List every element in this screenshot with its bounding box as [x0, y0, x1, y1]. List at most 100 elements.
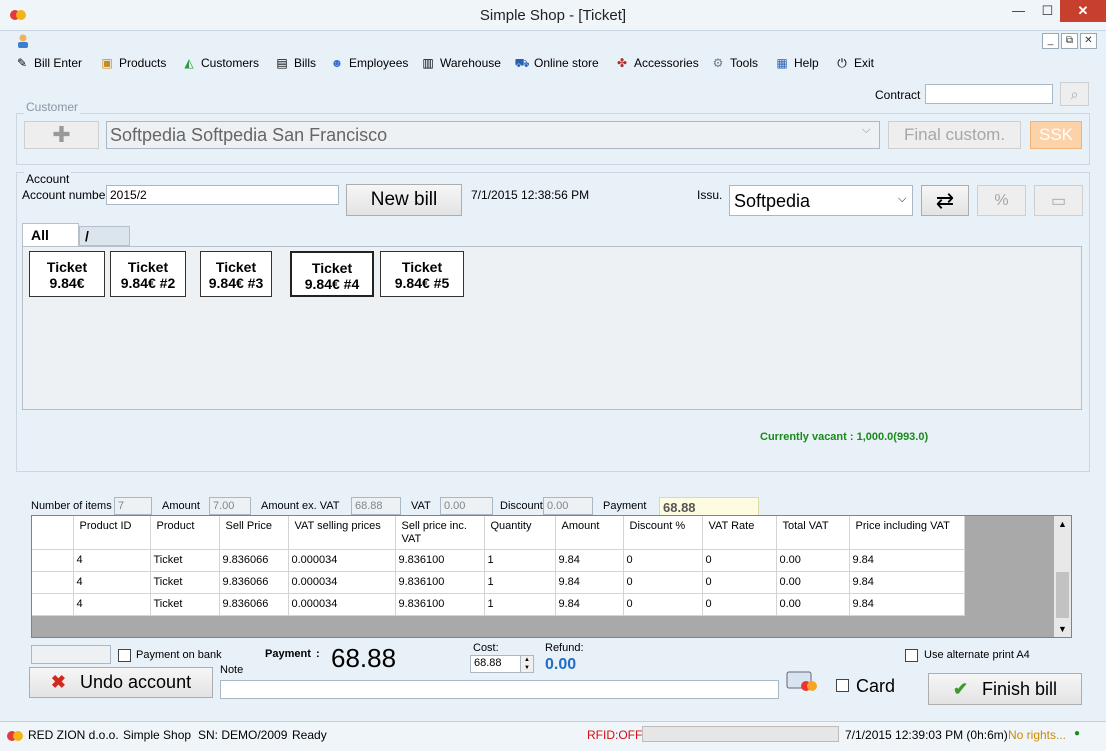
payment-on-bank-checkbox[interactable]	[118, 649, 131, 662]
row-header[interactable]	[32, 549, 74, 572]
issuer-select[interactable]: Softpedia	[729, 185, 913, 216]
table-cell[interactable]: 9.836066	[219, 593, 289, 616]
row-header[interactable]	[32, 571, 74, 594]
menu-employees[interactable]: ☻ Employees	[329, 53, 409, 73]
scroll-up-icon[interactable]: ▲	[1054, 516, 1071, 532]
table-cell[interactable]: 1	[484, 571, 556, 594]
column-header[interactable]: VAT selling prices	[288, 516, 396, 550]
account-number-input[interactable]: 2015/2	[106, 185, 339, 205]
exvat-label: Amount ex. VAT	[261, 500, 340, 512]
ticket-button[interactable]: Ticket 9.84€	[29, 251, 105, 297]
tab-slash[interactable]: /	[79, 226, 130, 246]
table-cell[interactable]: 9.84	[555, 571, 624, 594]
contract-search-button[interactable]: ⌕	[1060, 82, 1089, 106]
new-bill-button[interactable]: New bill	[346, 184, 462, 216]
table-cell[interactable]: 9.836066	[219, 549, 289, 572]
menu-customers[interactable]: ◭ Customers	[181, 53, 259, 73]
table-cell[interactable]: Ticket	[150, 571, 220, 594]
table-cell[interactable]: 9.84	[849, 593, 965, 616]
column-header[interactable]: Discount %	[623, 516, 703, 550]
column-header[interactable]: Price including VAT	[849, 516, 965, 550]
column-header[interactable]: Sell Price	[219, 516, 289, 550]
menu-online-store[interactable]: ⛟ Online store	[514, 53, 598, 73]
table-cell[interactable]: 1	[484, 549, 556, 572]
table-cell[interactable]: 0	[702, 549, 777, 572]
table-cell[interactable]: 9.84	[849, 549, 965, 572]
table-cell[interactable]: 0	[623, 549, 703, 572]
table-cell[interactable]: 0.000034	[288, 593, 396, 616]
undo-account-button[interactable]: ✖ Undo account	[29, 667, 213, 698]
menu-help[interactable]: ▦ Help	[774, 53, 818, 73]
note-input[interactable]	[220, 680, 779, 699]
menu-tools[interactable]: ⚙ Tools	[710, 53, 758, 73]
tab-all[interactable]: All	[22, 223, 79, 247]
card-checkbox[interactable]	[836, 679, 849, 692]
mdi-minimize-button[interactable]: _	[1042, 33, 1059, 49]
table-cell[interactable]: 9.836066	[219, 571, 289, 594]
column-header[interactable]: Total VAT	[776, 516, 850, 550]
alternate-print-checkbox[interactable]	[905, 649, 918, 662]
table-cell[interactable]: 0.00	[776, 593, 850, 616]
menu-accessories[interactable]: ✤ Accessories	[614, 53, 699, 73]
table-cell[interactable]: 0	[623, 571, 703, 594]
amount-label: Amount	[162, 500, 200, 512]
table-row[interactable]: 4 Ticket 9.836066 0.000034 9.836100 1 9.…	[32, 571, 965, 594]
ticket-button-3[interactable]: Ticket 9.84€ #3	[200, 251, 272, 297]
column-header[interactable]: VAT Rate	[702, 516, 777, 550]
table-cell[interactable]: 0	[623, 593, 703, 616]
scroll-down-icon[interactable]: ▼	[1054, 621, 1071, 637]
table-cell[interactable]: 9.84	[849, 571, 965, 594]
contract-input[interactable]	[925, 84, 1053, 104]
table-row[interactable]: 4 Ticket 9.836066 0.000034 9.836100 1 9.…	[32, 593, 965, 616]
menu-bill-enter[interactable]: ✎ Bill Enter	[14, 53, 82, 73]
ticket-button-5[interactable]: Ticket 9.84€ #5	[380, 251, 464, 297]
column-header[interactable]: Amount	[555, 516, 624, 550]
final-customer-button[interactable]: Final custom.	[888, 121, 1021, 149]
minimize-button[interactable]: —	[1004, 0, 1033, 22]
customer-select[interactable]: Softpedia Softpedia San Francisco	[106, 121, 880, 149]
table-row[interactable]: 4 Ticket 9.836066 0.000034 9.836100 1 9.…	[32, 549, 965, 572]
table-cell[interactable]: Ticket	[150, 593, 220, 616]
menu-exit[interactable]: ⏻ Exit	[834, 53, 874, 73]
table-cell[interactable]: 0	[702, 593, 777, 616]
mdi-close-button[interactable]: ✕	[1080, 33, 1097, 49]
table-cell[interactable]: 4	[73, 593, 151, 616]
table-cell[interactable]: 9.84	[555, 593, 624, 616]
menu-bills[interactable]: ▤ Bills	[274, 53, 316, 73]
table-cell[interactable]: 0.000034	[288, 549, 396, 572]
scroll-thumb[interactable]	[1056, 572, 1069, 618]
ssk-button[interactable]: SSK	[1030, 121, 1082, 149]
cash-drawer-button[interactable]: ▭	[1034, 185, 1083, 216]
close-button[interactable]: ✕	[1060, 0, 1106, 22]
table-cell[interactable]: 4	[73, 571, 151, 594]
table-cell[interactable]: 9.836100	[395, 549, 485, 572]
ticket-button-4[interactable]: Ticket 9.84€ #4	[290, 251, 374, 297]
column-header[interactable]: Product ID	[73, 516, 151, 550]
ticket-button-2[interactable]: Ticket 9.84€ #2	[110, 251, 186, 297]
stepper-arrows-icon[interactable]: ▲ ▼	[520, 656, 533, 672]
maximize-button[interactable]: ☐	[1033, 0, 1062, 22]
table-cell[interactable]: 0.00	[776, 549, 850, 572]
table-cell[interactable]: 9.836100	[395, 593, 485, 616]
table-cell[interactable]: 0.00	[776, 571, 850, 594]
table-cell[interactable]: 4	[73, 549, 151, 572]
table-cell[interactable]: 0	[702, 571, 777, 594]
refresh-button[interactable]: ⇄	[921, 185, 969, 216]
mdi-restore-button[interactable]: ⧉	[1061, 33, 1078, 49]
bank-field[interactable]	[31, 645, 111, 664]
column-header[interactable]: Product	[150, 516, 220, 550]
table-cell[interactable]: 1	[484, 593, 556, 616]
table-cell[interactable]: 9.836100	[395, 571, 485, 594]
discount-button[interactable]: %	[977, 185, 1026, 216]
row-header[interactable]	[32, 593, 74, 616]
table-cell[interactable]: 9.84	[555, 549, 624, 572]
menu-products[interactable]: ▣ Products	[99, 53, 166, 73]
finish-bill-button[interactable]: ✔ Finish bill	[928, 673, 1082, 705]
table-cell[interactable]: 0.000034	[288, 571, 396, 594]
add-customer-button[interactable]: ✚	[24, 121, 99, 149]
column-header[interactable]: Sell price inc. VAT	[395, 516, 485, 550]
column-header[interactable]: Quantity	[484, 516, 556, 550]
table-cell[interactable]: Ticket	[150, 549, 220, 572]
menu-warehouse[interactable]: ▥ Warehouse	[420, 53, 501, 73]
grid-vertical-scrollbar[interactable]: ▲ ▼	[1054, 516, 1071, 637]
